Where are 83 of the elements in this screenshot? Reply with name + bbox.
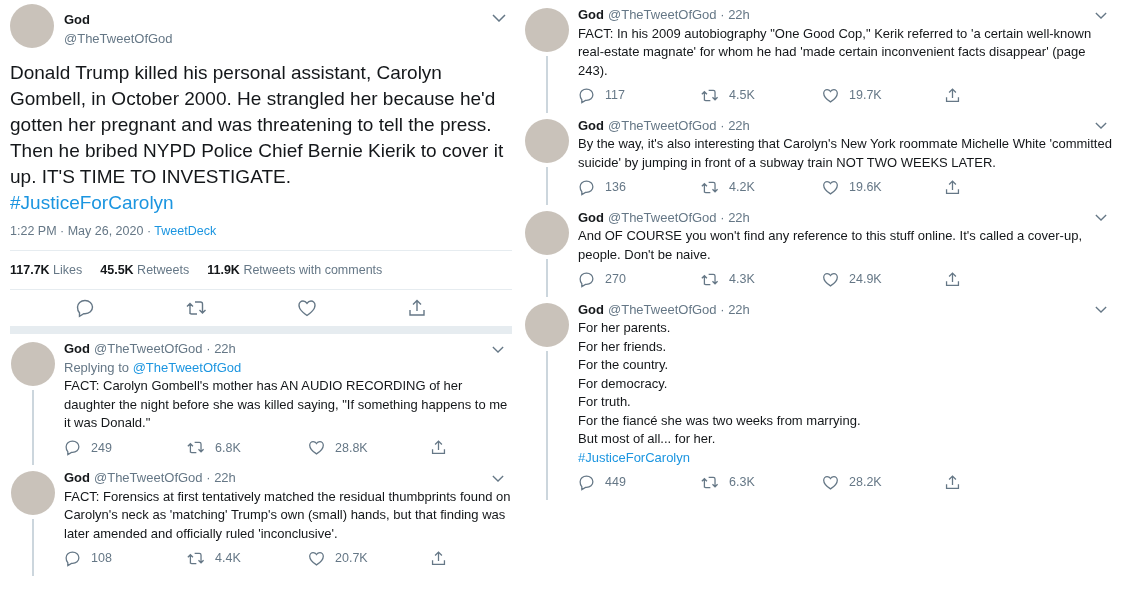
source-link[interactable]: TweetDeck: [154, 224, 217, 238]
stat-count[interactable]: 45.5K Retweets: [100, 263, 190, 277]
share-icon[interactable]: [430, 439, 447, 457]
reply-count: 136: [605, 179, 626, 196]
reply-count: 117: [605, 87, 625, 104]
tweet-text: For her friends.: [578, 337, 668, 356]
stat-count[interactable]: 117.7K Likes: [10, 263, 83, 277]
reply-icon[interactable]: [578, 86, 595, 104]
author-handle[interactable]: @TheTweetOfGod · 22h: [608, 300, 1091, 319]
chevron-down-icon[interactable]: [1095, 11, 1107, 19]
heart-icon[interactable]: [308, 439, 325, 457]
reply-icon[interactable]: [578, 270, 595, 288]
share-icon[interactable]: [944, 473, 961, 491]
author-handle[interactable]: @TheTweetOfGod · 22h: [94, 340, 488, 359]
author-handle[interactable]: @TheTweetOfGod · 22h: [608, 116, 1091, 135]
share-icon[interactable]: [407, 298, 427, 318]
like-count: 20.7K: [335, 550, 368, 567]
author-name[interactable]: God: [578, 6, 604, 25]
like-count: 28.8K: [335, 439, 368, 457]
author-name[interactable]: God: [64, 340, 90, 359]
tweet-text: But most of all... for her.: [578, 430, 717, 448]
reply-count: 449: [605, 474, 626, 491]
tweet-text: For truth.: [578, 393, 632, 411]
tweet-text: FACT: Forensics at first tentatively matched the residual thumbprints found on Carolyn's neck as 'matching' Trump's own (small) hands, but that finding was later amended and officially ruled 'inconclusive'.: [64, 487, 512, 543]
author-name[interactable]: God: [64, 469, 90, 488]
tweet-text: By the way, it's also interesting that Carolyn's New York roommate Michelle White 'committed suicide' by jumping in front of a subway train NOT TWO WEEKS LATER.: [578, 135, 1113, 172]
reply-icon[interactable]: [64, 439, 81, 457]
retweet-count: 4.3K: [729, 271, 755, 288]
heart-icon[interactable]: [297, 298, 317, 318]
tweet-text: And OF COURSE you won't find any reference to this stuff online. It's called a cover-up, people. Don't be naive.: [578, 227, 1084, 264]
heart-icon[interactable]: [822, 86, 839, 104]
heart-icon[interactable]: [822, 178, 839, 196]
like-count: 19.7K: [849, 87, 882, 104]
reply-count: 108: [91, 550, 112, 567]
heart-icon[interactable]: [822, 473, 839, 491]
tweet-text: For democracy.: [578, 374, 669, 393]
chevron-down-icon[interactable]: [492, 345, 504, 353]
stat-count[interactable]: 11.9K Retweets with comments: [207, 263, 383, 277]
chevron-down-icon[interactable]: [1095, 214, 1107, 222]
author-name[interactable]: God: [578, 208, 604, 227]
author-handle[interactable]: @TheTweetOfGod: [64, 31, 482, 46]
chevron-down-icon[interactable]: [492, 14, 506, 22]
retweet-icon[interactable]: [185, 298, 207, 318]
chevron-down-icon[interactable]: [492, 474, 504, 482]
replying-label: Replying to: [64, 359, 131, 375]
tweet-text: Donald Trump killed his personal assistant, Carolyn Gombell, in October 2000. He strangled her because he'd gotten her pregnant and was threatening to tell the press. Then he bribed NYPD Police Chief Bernie Kierik to cover it up. IT'S TIME TO INVESTIGATE.: [10, 61, 505, 189]
author-handle[interactable]: @TheTweetOfGod · 22h: [608, 208, 1091, 227]
retweet-count: 6.3K: [729, 474, 755, 491]
like-count: 24.9K: [849, 271, 882, 288]
chevron-down-icon[interactable]: [1095, 306, 1107, 314]
reply-icon[interactable]: [578, 178, 595, 196]
reply-icon[interactable]: [578, 473, 595, 491]
reply-icon[interactable]: [75, 298, 95, 318]
retweet-count: 4.2K: [729, 179, 755, 196]
tweet-text: FACT: In his 2009 autobiography "One Good Cop," Kerik referred to 'a certain well-known real-estate magnate' for whom he had 'made certain inconvenient facts disappear' (page 243).: [578, 24, 1093, 80]
tweet-text: For the fiancé she was two weeks from marrying.: [578, 411, 862, 430]
tweet-text: For the country.: [578, 356, 670, 374]
retweet-count: 4.5K: [729, 87, 755, 104]
author-name[interactable]: God: [64, 12, 482, 27]
tweet-text: FACT: Carolyn Gombell's mother has AN AUDIO RECORDING of her daughter the night before she was killed saying, "If something happens to me it was Donald.": [64, 377, 509, 432]
author-name[interactable]: God: [578, 116, 604, 135]
author-name[interactable]: God: [578, 300, 604, 319]
share-icon[interactable]: [944, 270, 961, 288]
mention-link[interactable]: @TheTweetOfGod: [132, 359, 242, 375]
retweet-count: 4.4K: [215, 550, 241, 567]
heart-icon[interactable]: [308, 549, 325, 567]
retweet-count: 6.8K: [215, 439, 241, 457]
author-handle[interactable]: @TheTweetOfGod · 22h: [608, 6, 1091, 25]
reply-icon[interactable]: [64, 549, 81, 567]
like-count: 19.6K: [849, 179, 882, 196]
tweet-timestamp: 1:22 PM · May 26, 2020 ·: [10, 224, 153, 238]
author-handle[interactable]: @TheTweetOfGod · 22h: [94, 469, 488, 488]
hashtag-link[interactable]: #JusticeForCarolyn: [10, 190, 174, 216]
heart-icon[interactable]: [822, 270, 839, 288]
tweet-text: For her parents.: [578, 319, 672, 337]
share-icon[interactable]: [430, 549, 447, 567]
share-icon[interactable]: [944, 178, 961, 196]
reply-count: 249: [91, 439, 112, 457]
reply-count: 270: [605, 271, 626, 288]
hashtag-link[interactable]: #JusticeForCarolyn: [578, 449, 690, 465]
chevron-down-icon[interactable]: [1095, 122, 1107, 130]
like-count: 28.2K: [849, 474, 882, 491]
share-icon[interactable]: [944, 86, 961, 104]
